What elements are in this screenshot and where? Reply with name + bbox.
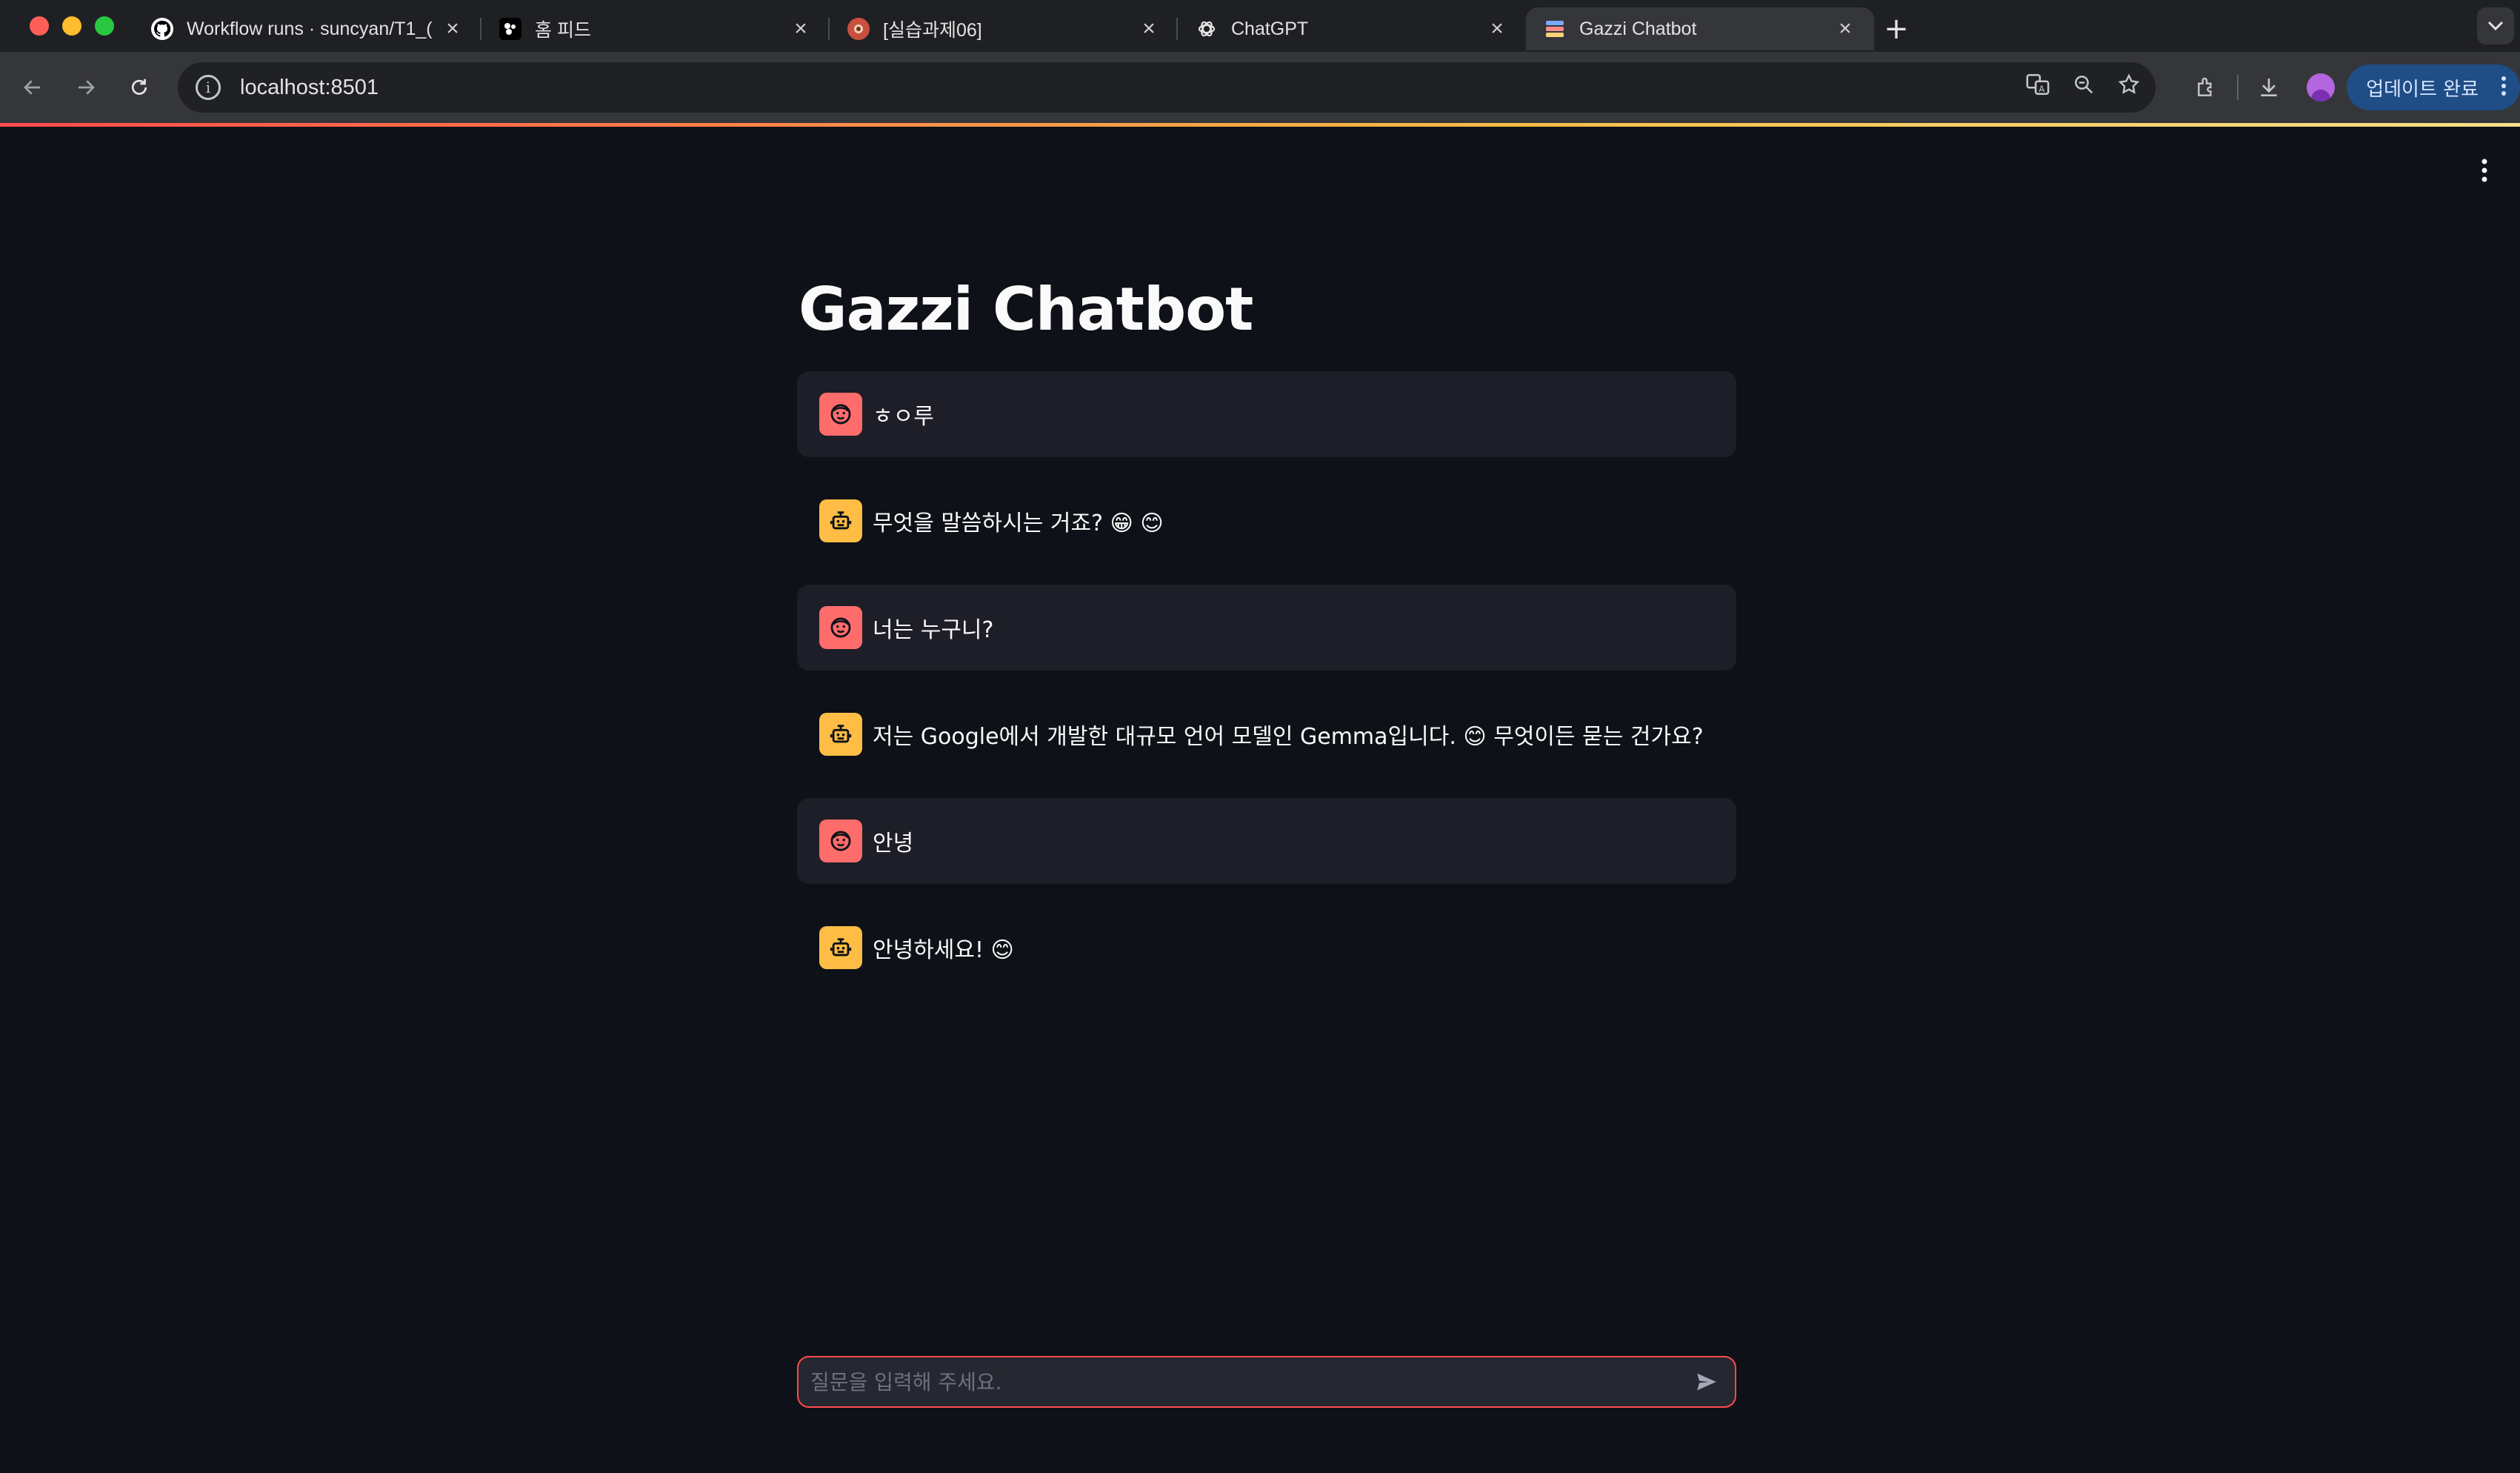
back-arrow-icon xyxy=(24,80,40,95)
reload-button[interactable] xyxy=(119,67,160,108)
chat-message-user: 너는 누구니? xyxy=(797,585,1736,671)
chat-message-text: 무엇을 말씀하시는 거죠? 😁 😊 xyxy=(873,511,1164,536)
openai-icon xyxy=(1196,18,1218,40)
chat-message-list: ㅎㅇ루 무엇을 말씀하시는 거죠? 😁 😊 너는 누구니? 저는 Google에… xyxy=(797,371,1736,1011)
tab-label: Workflow runs · suncyan/T1_( xyxy=(187,18,433,39)
tab-label: ChatGPT xyxy=(1231,18,1309,39)
tab-assignment[interactable]: [실습과제06] × xyxy=(830,7,1178,50)
user-avatar-icon xyxy=(819,393,862,436)
browser-tab-bar: Workflow runs · suncyan/T1_( × 홈 피드 × [실… xyxy=(0,0,2520,52)
feed-icon xyxy=(499,18,521,40)
minimize-window-button[interactable] xyxy=(62,16,81,36)
chat-message-text: 너는 누구니? xyxy=(873,617,994,643)
close-tab-icon[interactable]: × xyxy=(1138,16,1160,41)
toolbar-divider xyxy=(2237,75,2239,100)
chat-input-box xyxy=(797,1356,1736,1408)
github-icon xyxy=(151,18,173,40)
zoom-icon[interactable] xyxy=(2073,73,2095,102)
forward-arrow-icon xyxy=(79,80,95,95)
close-tab-icon[interactable]: × xyxy=(1486,16,1508,41)
chat-message-text: 안녕 xyxy=(873,831,914,857)
streamlit-icon xyxy=(1544,18,1566,40)
assistant-robot-icon xyxy=(819,499,862,542)
site-info-icon[interactable]: i xyxy=(196,75,221,100)
forward-button[interactable] xyxy=(65,67,107,108)
chat-input-field[interactable] xyxy=(810,1369,1692,1394)
chat-message-user: 안녕 xyxy=(797,798,1736,884)
tab-search-button[interactable] xyxy=(2477,7,2514,44)
chat-message-assistant: 저는 Google에서 개발한 대규모 언어 모델인 Gemma입니다. 😊 무… xyxy=(797,691,1736,777)
tab-strip: Workflow runs · suncyan/T1_( × 홈 피드 × [실… xyxy=(133,4,1919,52)
address-bar[interactable]: i localhost:8501 A xyxy=(178,62,2156,113)
close-window-button[interactable] xyxy=(30,16,49,36)
close-tab-icon[interactable]: × xyxy=(441,16,464,41)
svg-text:A: A xyxy=(2039,84,2044,94)
tab-home-feed[interactable]: 홈 피드 × xyxy=(481,7,830,50)
user-avatar-icon xyxy=(819,606,862,649)
tab-label: 홈 피드 xyxy=(535,20,591,41)
profile-avatar[interactable] xyxy=(2307,73,2336,102)
translate-icon[interactable]: A xyxy=(2025,72,2050,103)
kebab-menu-icon xyxy=(2481,159,2487,182)
send-arrow-icon xyxy=(1697,1373,1716,1391)
send-button[interactable] xyxy=(1692,1367,1721,1397)
chat-message-assistant: 무엇을 말씀하시는 거죠? 😁 😊 xyxy=(797,478,1736,564)
chrome-menu-icon[interactable] xyxy=(2501,75,2507,102)
back-button[interactable] xyxy=(12,67,53,108)
new-tab-button[interactable]: + xyxy=(1874,7,1919,50)
tab-chatgpt[interactable]: ChatGPT × xyxy=(1178,7,1526,50)
tab-label: [실습과제06] xyxy=(883,20,982,41)
close-tab-icon[interactable]: × xyxy=(790,16,812,41)
reload-icon xyxy=(131,79,147,95)
downloads-icon[interactable] xyxy=(2243,76,2295,99)
app-menu-button[interactable] xyxy=(2477,158,2492,183)
close-tab-icon[interactable]: × xyxy=(1834,16,1856,41)
update-button-label: 업데이트 완료 xyxy=(2366,78,2479,101)
maximize-window-button[interactable] xyxy=(95,16,114,36)
chat-message-text: 저는 Google에서 개발한 대규모 언어 모델인 Gemma입니다. 😊 무… xyxy=(873,724,1704,750)
course-icon xyxy=(847,18,870,40)
chat-message-text: ㅎㅇ루 xyxy=(873,404,934,430)
browser-toolbar: i localhost:8501 A 업데이트 완료 xyxy=(0,52,2520,123)
tab-gazzi-chatbot[interactable]: Gazzi Chatbot × xyxy=(1526,7,1874,50)
tab-label: Gazzi Chatbot xyxy=(1579,18,1697,39)
update-button[interactable]: 업데이트 완료 xyxy=(2347,64,2520,110)
address-url[interactable]: localhost:8501 xyxy=(240,76,379,100)
window-controls xyxy=(30,16,114,36)
page-title: Gazzi Chatbot xyxy=(799,275,1253,344)
chat-message-user: ㅎㅇ루 xyxy=(797,371,1736,457)
chat-message-text: 안녕하세요! 😊 xyxy=(873,937,1014,963)
assistant-robot-icon xyxy=(819,713,862,756)
bookmark-star-icon[interactable] xyxy=(2117,73,2141,102)
user-avatar-icon xyxy=(819,819,862,862)
streamlit-app: Gazzi Chatbot ㅎㅇ루 무엇을 말씀하시는 거죠? 😁 😊 너는 누… xyxy=(0,127,2520,1473)
tab-workflow-runs[interactable]: Workflow runs · suncyan/T1_( × xyxy=(133,7,481,50)
extensions-icon[interactable] xyxy=(2181,76,2233,99)
assistant-robot-icon xyxy=(819,926,862,969)
chat-message-assistant: 안녕하세요! 😊 xyxy=(797,905,1736,991)
